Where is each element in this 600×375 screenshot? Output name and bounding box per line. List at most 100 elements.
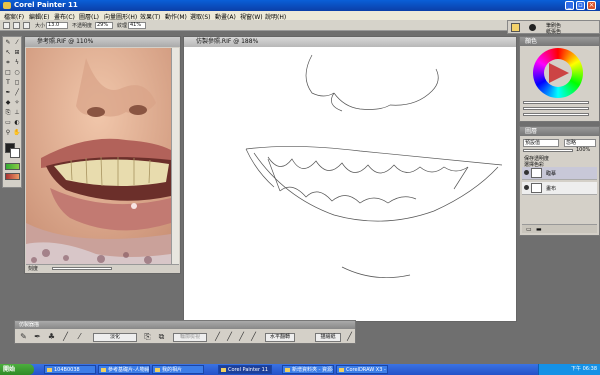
fade-button[interactable]: 淡化 xyxy=(93,333,137,342)
toolbox: ✎ ⁄ ↖ ⊞ ⌗ ϟ □ ○ T ◻ ✒ ╱ ◆ ✧ ⎘ ⊥ ▭ ◐ ⚲ ✋ xyxy=(2,36,22,188)
grain-field[interactable]: 41% xyxy=(128,22,146,29)
stamp-icon[interactable]: ♣ xyxy=(47,332,56,342)
reference-vertical-scrollbar[interactable] xyxy=(171,48,179,265)
composite-method-select[interactable]: 預設值 xyxy=(523,139,559,147)
reset-icon[interactable] xyxy=(13,22,20,29)
taskbar-item[interactable]: 參考基礎片-人物繪圖 xyxy=(98,365,150,374)
taskbar-item[interactable]: 104B0038 xyxy=(44,365,96,374)
lasso-tool-icon[interactable]: ϟ xyxy=(13,59,21,67)
reference-zoom-slider[interactable] xyxy=(52,267,112,270)
layer-row[interactable]: 畫布 xyxy=(522,182,597,195)
layer-row[interactable]: 臨摹 xyxy=(522,167,597,180)
rect-select-icon[interactable]: □ xyxy=(4,69,12,77)
hue-slider[interactable] xyxy=(523,101,589,104)
layer-opacity-slider[interactable] xyxy=(523,149,573,152)
pen-tool-icon[interactable]: ✒ xyxy=(4,89,12,97)
saturation-slider[interactable] xyxy=(523,107,589,110)
new-layer-icon[interactable]: ▭ xyxy=(526,226,532,233)
opacity-label: 不透明度 xyxy=(72,23,93,29)
window-title: Corel Painter 11 xyxy=(14,1,78,9)
minimize-button[interactable]: _ xyxy=(565,1,574,10)
color-swatch[interactable] xyxy=(529,24,536,31)
reference-status-text: 刻度 xyxy=(28,266,39,272)
flip-horizontal-button[interactable]: 水平翻轉 xyxy=(265,333,295,342)
tracing-palette: 仿製器描 ✎ ✒ ♣ ╱ ⁄ 淡化 ⎘ ⧉ 輪廓檢視 ╱ ╱ ╱ ╱ 水平翻轉 … xyxy=(14,320,356,344)
gradient-swatch[interactable] xyxy=(5,173,20,180)
reference-window-title[interactable]: 參考照.RIF @ 110% xyxy=(25,37,180,47)
delete-layer-icon[interactable]: ▬ xyxy=(536,226,542,233)
system-tray: 下午 06:38 xyxy=(538,364,600,375)
brush-category-icon[interactable] xyxy=(511,23,520,32)
clone-tool-icon[interactable]: ⎘ xyxy=(4,109,12,117)
close-button[interactable]: × xyxy=(587,1,596,10)
canvas-window-title[interactable]: 仿製參照.RIF @ 188% xyxy=(184,37,516,47)
wand-tool-icon[interactable]: ✧ xyxy=(13,99,21,107)
oval-select-icon[interactable]: ○ xyxy=(13,69,21,77)
size-field[interactable]: 13.0 xyxy=(46,22,68,29)
eye-icon[interactable] xyxy=(524,170,529,175)
bg-color-label: 紙張色 xyxy=(546,29,562,35)
pen-d-icon[interactable]: ╱ xyxy=(249,332,258,342)
drawing-canvas[interactable] xyxy=(184,47,516,321)
taskbar-item[interactable]: 我的相片 xyxy=(152,365,204,374)
color-wheel[interactable] xyxy=(533,48,583,98)
rubber-stamp-icon[interactable]: ⊥ xyxy=(13,109,21,117)
size-label: 大小 xyxy=(35,23,46,29)
line-tool-icon[interactable]: ╱ xyxy=(13,89,21,97)
layer-name: 畫布 xyxy=(546,186,557,192)
value-slider[interactable] xyxy=(523,113,589,116)
color-panel-title: 顏色 xyxy=(520,37,599,46)
taskbar-item-active[interactable]: Corel Painter 11 xyxy=(218,365,272,374)
shape-tool-icon[interactable]: ◻ xyxy=(13,79,21,87)
copy-icon[interactable]: ⧉ xyxy=(157,332,166,342)
additional-color-swatch[interactable] xyxy=(10,148,20,158)
brush-icon[interactable] xyxy=(3,22,10,29)
pencil-icon[interactable]: ✎ xyxy=(19,332,28,342)
dab-icon[interactable] xyxy=(23,22,30,29)
taskbar-item[interactable]: CorelDRAW X3 - [圖 xyxy=(336,365,388,374)
pen-e-icon[interactable]: ╱ xyxy=(345,332,354,342)
layer-opacity-value: 100% xyxy=(576,147,591,153)
hand-tool-icon[interactable]: ✋ xyxy=(13,129,21,137)
taskbar-item[interactable]: 新增資料夾 - 資源-Windows xyxy=(282,365,334,374)
brush-icon[interactable]: ⁄ xyxy=(75,332,84,342)
start-button[interactable]: 開始 xyxy=(0,364,34,375)
tracing-paper-button[interactable]: 描繪紙 xyxy=(315,333,341,342)
blend-mode-select[interactable]: 忽略 xyxy=(564,139,596,147)
layer-name: 臨摹 xyxy=(546,171,557,177)
outline-view-button[interactable]: 輪廓檢視 xyxy=(173,333,207,342)
pen-a-icon[interactable]: ╱ xyxy=(213,332,222,342)
text-tool-icon[interactable]: T xyxy=(4,79,12,87)
dodge-tool-icon[interactable]: ◐ xyxy=(13,119,21,127)
paper-swatch[interactable] xyxy=(5,163,20,170)
clone-source-icon[interactable]: ⎘ xyxy=(143,332,152,342)
layer-adjuster-icon[interactable]: ↖ xyxy=(4,49,12,57)
reference-image-window[interactable]: 參考照.RIF @ 110% 刻度 xyxy=(24,36,181,274)
transform-tool-icon[interactable]: ⊞ xyxy=(13,49,21,57)
tracing-palette-title: 仿製器描 xyxy=(15,321,355,329)
eraser-tool-icon[interactable]: ▭ xyxy=(4,119,12,127)
reference-status-bar: 刻度 xyxy=(26,264,179,272)
brush-tool-icon[interactable]: ✎ xyxy=(4,39,12,47)
layers-panel: 圖層 預設值 忽略 100% 保存透明度 選擇色彩 臨摹 畫布 ▭ ▬ xyxy=(519,126,600,236)
brush-selector-bar: 筆刷色 紙張色 xyxy=(507,20,600,35)
maximize-button[interactable]: ▫ xyxy=(576,1,585,10)
property-bar: 大小 13.0 不透明度 29% 紋理 41% xyxy=(0,20,517,31)
app-icon xyxy=(3,2,11,9)
saturation-triangle[interactable] xyxy=(549,63,569,83)
layer-thumbnail xyxy=(531,168,542,178)
opacity-field[interactable]: 29% xyxy=(95,22,113,29)
crop-tool-icon[interactable]: ⌗ xyxy=(4,59,12,67)
clock: 下午 06:38 xyxy=(571,366,597,372)
canvas-window[interactable]: 仿製參照.RIF @ 188% xyxy=(183,36,517,322)
layers-panel-title: 圖層 xyxy=(520,127,599,136)
eye-icon[interactable] xyxy=(524,185,529,190)
title-bar: Corel Painter 11 _ ▫ × xyxy=(0,0,600,11)
pen-icon[interactable]: ✒ xyxy=(33,332,42,342)
fill-tool-icon[interactable]: ◆ xyxy=(4,99,12,107)
zoom-tool-icon[interactable]: ⚲ xyxy=(4,129,12,137)
pen-c-icon[interactable]: ╱ xyxy=(237,332,246,342)
dropper-tool-icon[interactable]: ⁄ xyxy=(13,39,21,47)
pen-b-icon[interactable]: ╱ xyxy=(225,332,234,342)
marker-icon[interactable]: ╱ xyxy=(61,332,70,342)
